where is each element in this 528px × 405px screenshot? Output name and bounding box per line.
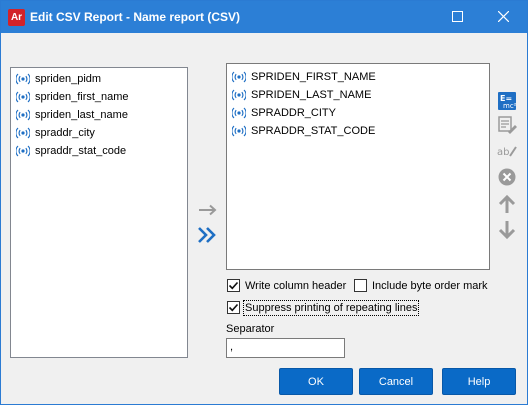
- list-item[interactable]: spriden_last_name: [16, 106, 128, 124]
- list-item[interactable]: SPRIDEN_FIRST_NAME: [232, 68, 376, 86]
- svg-text:ab: ab: [497, 147, 509, 158]
- signal-icon: [16, 127, 30, 139]
- remove-icon[interactable]: [496, 167, 518, 187]
- suppress-repeating-label: Suppress printing of repeating lines: [242, 299, 420, 316]
- include-bom-label: Include byte order mark: [372, 279, 488, 292]
- double-chevron-right-icon[interactable]: [197, 225, 217, 245]
- close-button[interactable]: [480, 1, 526, 33]
- field-label: spriden_first_name: [35, 91, 129, 103]
- write-column-header-checkbox[interactable]: Write column header: [227, 279, 346, 292]
- expression-icon[interactable]: E= mc²: [496, 91, 518, 111]
- write-column-header-label: Write column header: [245, 279, 347, 292]
- ok-button[interactable]: OK: [279, 368, 353, 395]
- checkbox-box[interactable]: [354, 279, 367, 292]
- list-item[interactable]: SPRIDEN_LAST_NAME: [232, 86, 371, 104]
- field-label: spraddr_stat_code: [35, 145, 127, 157]
- cancel-button[interactable]: Cancel: [359, 368, 433, 395]
- checkmark-icon: [228, 303, 239, 312]
- window-title: Edit CSV Report - Name report (CSV): [30, 10, 241, 24]
- checkbox-box[interactable]: [227, 301, 240, 314]
- list-item[interactable]: SPRADDR_STAT_CODE: [232, 122, 375, 140]
- checkmark-icon: [228, 281, 239, 290]
- signal-icon: [16, 73, 30, 85]
- include-bom-checkbox[interactable]: Include byte order mark: [354, 279, 488, 292]
- signal-icon: [16, 109, 30, 121]
- arrow-right-icon[interactable]: [198, 204, 218, 216]
- signal-icon: [16, 145, 30, 157]
- field-label: SPRIDEN_FIRST_NAME: [251, 71, 376, 83]
- list-item[interactable]: spraddr_city: [16, 124, 95, 142]
- close-icon: [498, 11, 509, 22]
- field-label: spriden_pidm: [35, 73, 102, 85]
- field-label: spriden_last_name: [35, 109, 128, 121]
- svg-text:mc²: mc²: [503, 102, 517, 110]
- available-fields-list[interactable]: spriden_pidm spriden_first_name spriden_…: [10, 67, 188, 358]
- field-label: SPRADDR_CITY: [251, 107, 336, 119]
- help-button[interactable]: Help: [442, 368, 516, 395]
- separator-label: Separator: [226, 323, 275, 335]
- dialog-window: Ar Edit CSV Report - Name report (CSV) s…: [0, 0, 528, 405]
- list-item[interactable]: spraddr_stat_code: [16, 142, 126, 160]
- field-label: SPRADDR_STAT_CODE: [251, 125, 376, 137]
- signal-icon: [232, 89, 246, 101]
- selected-fields-list[interactable]: SPRIDEN_FIRST_NAME SPRIDEN_LAST_NAME SPR…: [226, 63, 490, 270]
- maximize-button[interactable]: [434, 1, 480, 33]
- app-logo-icon: Ar: [8, 9, 25, 26]
- suppress-repeating-checkbox[interactable]: Suppress printing of repeating lines: [227, 299, 420, 316]
- signal-icon: [232, 71, 246, 83]
- signal-icon: [232, 125, 246, 137]
- arrow-down-icon[interactable]: [496, 220, 518, 240]
- arrow-up-icon[interactable]: [496, 194, 518, 214]
- title-bar: Ar Edit CSV Report - Name report (CSV): [1, 1, 527, 33]
- signal-icon: [16, 91, 30, 103]
- field-label: SPRIDEN_LAST_NAME: [251, 89, 372, 101]
- maximize-icon: [452, 11, 463, 22]
- list-item[interactable]: spriden_first_name: [16, 88, 129, 106]
- list-item[interactable]: SPRADDR_CITY: [232, 104, 336, 122]
- field-label: spraddr_city: [35, 127, 95, 139]
- separator-input[interactable]: ,: [226, 338, 345, 358]
- checkbox-box[interactable]: [227, 279, 240, 292]
- list-item[interactable]: spriden_pidm: [16, 70, 101, 88]
- signal-icon: [232, 107, 246, 119]
- rename-icon[interactable]: ab: [496, 140, 518, 160]
- format-edit-icon[interactable]: [496, 115, 518, 135]
